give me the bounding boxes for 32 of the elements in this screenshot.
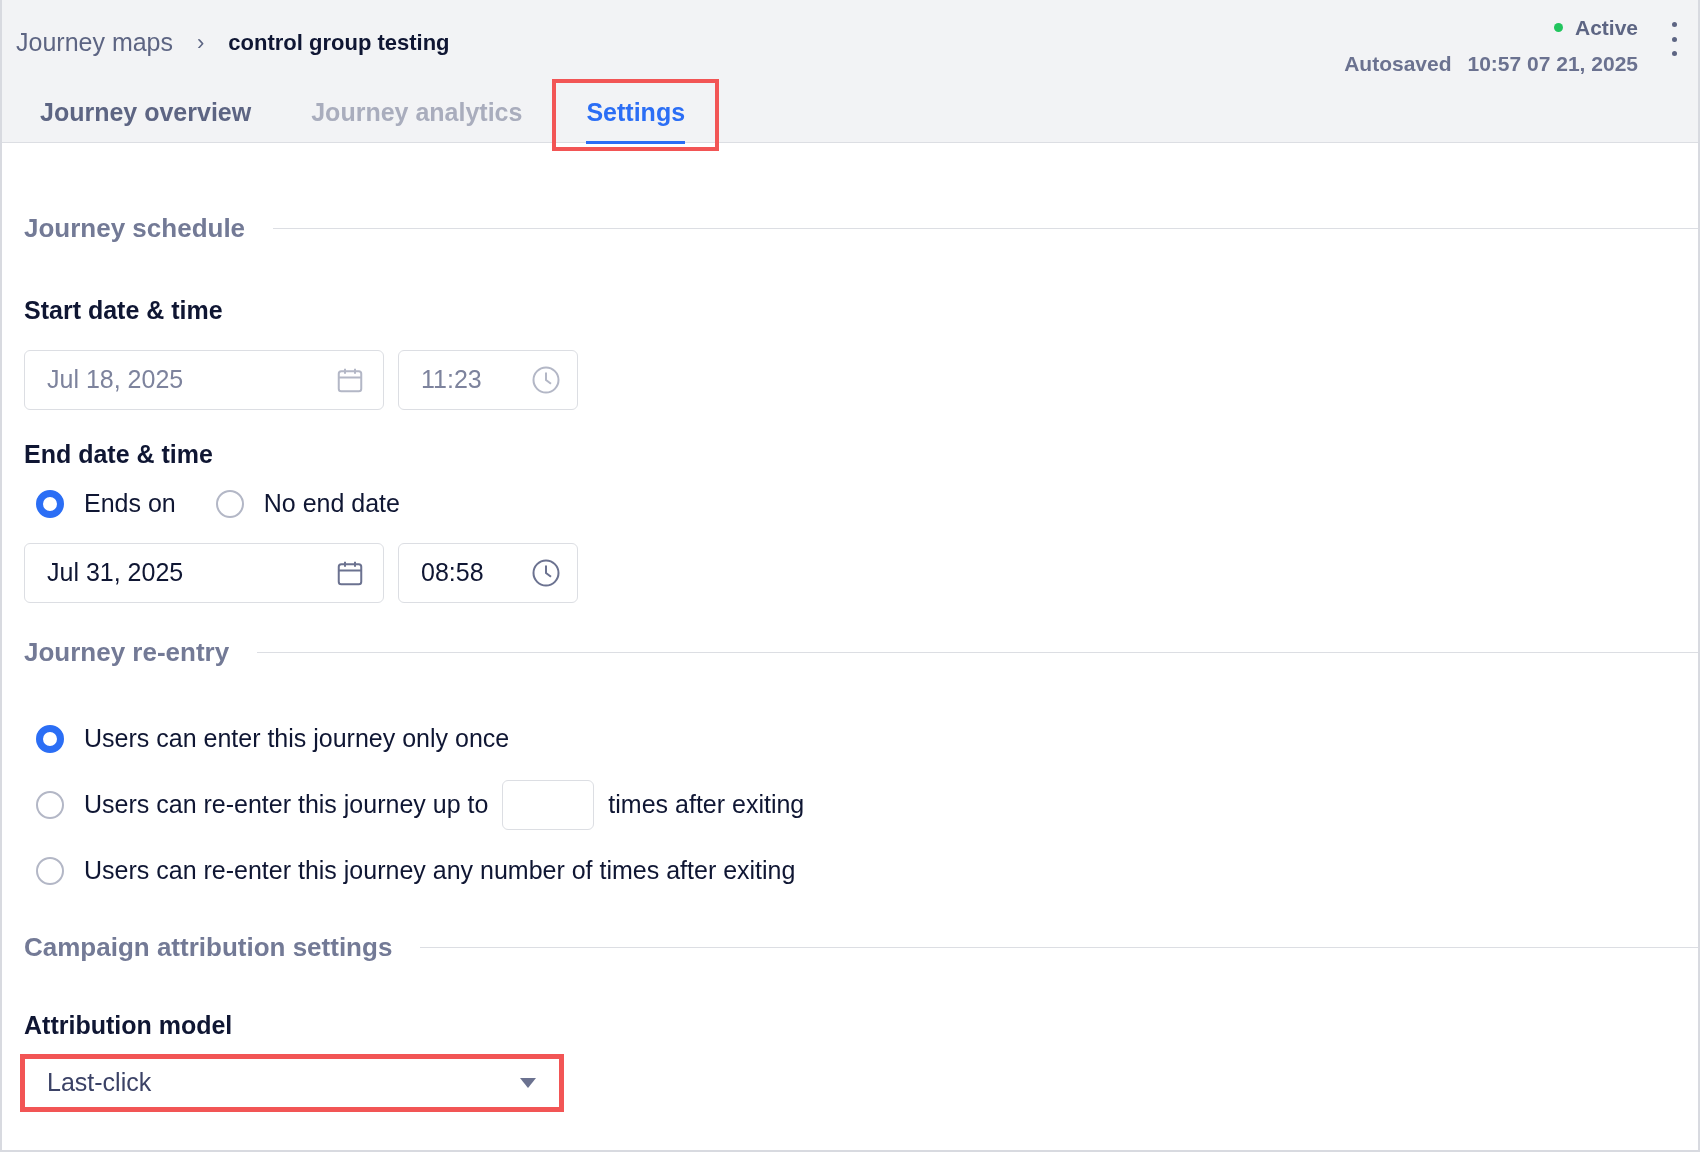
- clock-icon: [531, 364, 561, 395]
- breadcrumb-current: control group testing: [228, 29, 450, 58]
- radio-label: Users can re-enter this journey any number of times after exiting: [84, 854, 796, 886]
- radio-label: Ends on: [84, 488, 176, 519]
- section-heading: Journey re-entry: [24, 635, 230, 669]
- caret-icon: [519, 1077, 537, 1089]
- status-label: Active: [1574, 15, 1638, 41]
- date-field[interactable]: Jul 31, 2025: [24, 542, 384, 603]
- radio-button[interactable]: [36, 856, 64, 885]
- autosaved-label: Autosaved: [1344, 50, 1452, 77]
- tab[interactable]: Journey overview: [10, 79, 282, 151]
- time-field[interactable]: 08:58: [398, 542, 578, 603]
- radio-button[interactable]: [36, 790, 64, 819]
- radio-label: No end date: [263, 488, 400, 519]
- count-input[interactable]: [502, 779, 595, 830]
- radio-button[interactable]: [36, 724, 64, 753]
- radio-button[interactable]: [215, 489, 244, 518]
- attribution-dropdown[interactable]: Last-click: [20, 1054, 564, 1112]
- section-heading: Journey schedule: [24, 212, 246, 245]
- radio-label: times after exiting: [608, 788, 805, 820]
- field-label: Attribution model: [24, 1009, 234, 1041]
- chevron-icon: ›: [197, 26, 205, 60]
- section-heading: Campaign attribution settings: [24, 930, 393, 964]
- breadcrumb-link[interactable]: Journey maps: [16, 24, 174, 62]
- radio-label: Users can enter this journey only once: [84, 722, 510, 754]
- autosaved-time: 10:57 07 21, 2025: [1467, 50, 1638, 77]
- clock-icon: [531, 557, 561, 588]
- field-label: Start date & time: [24, 295, 224, 326]
- field-label: End date & time: [24, 438, 214, 470]
- radio-label: Users can re-enter this journey up to: [84, 788, 489, 820]
- tab[interactable]: Settings: [552, 79, 720, 151]
- radio-button[interactable]: [36, 489, 64, 518]
